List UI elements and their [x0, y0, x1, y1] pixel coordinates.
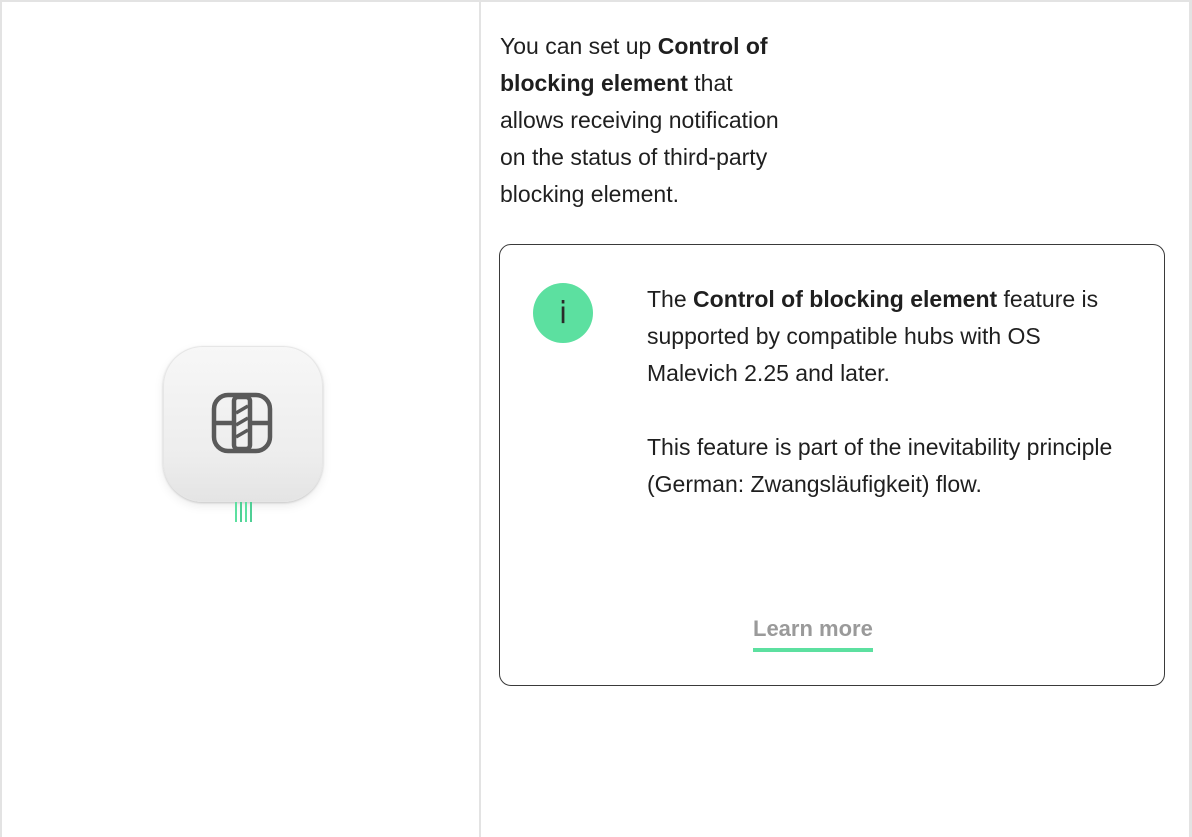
device-wires — [235, 502, 252, 522]
note-text: The Control of blocking element feature … — [647, 281, 1127, 503]
intro-text-before: You can set up — [500, 33, 658, 59]
info-note-box: i The Control of blocking element featur… — [499, 244, 1165, 686]
info-icon-glyph: i — [558, 295, 568, 331]
blocking-element-device-icon — [211, 392, 273, 454]
info-icon: i — [533, 283, 593, 343]
device-image — [163, 346, 323, 502]
note-paragraph-1: The Control of blocking element feature … — [647, 281, 1127, 392]
note-paragraph-2: This feature is part of the inevitabilit… — [647, 434, 1113, 497]
learn-more-link[interactable]: Learn more — [753, 616, 873, 652]
feature-table-row: You can set up Control of blocking eleme… — [0, 0, 1192, 837]
description-cell: You can set up Control of blocking eleme… — [481, 2, 1189, 837]
intro-text: You can set up Control of blocking eleme… — [500, 28, 790, 213]
image-cell — [2, 2, 479, 837]
note-p1-before: The — [647, 286, 694, 312]
note-p1-bold: Control of blocking element — [693, 286, 998, 312]
